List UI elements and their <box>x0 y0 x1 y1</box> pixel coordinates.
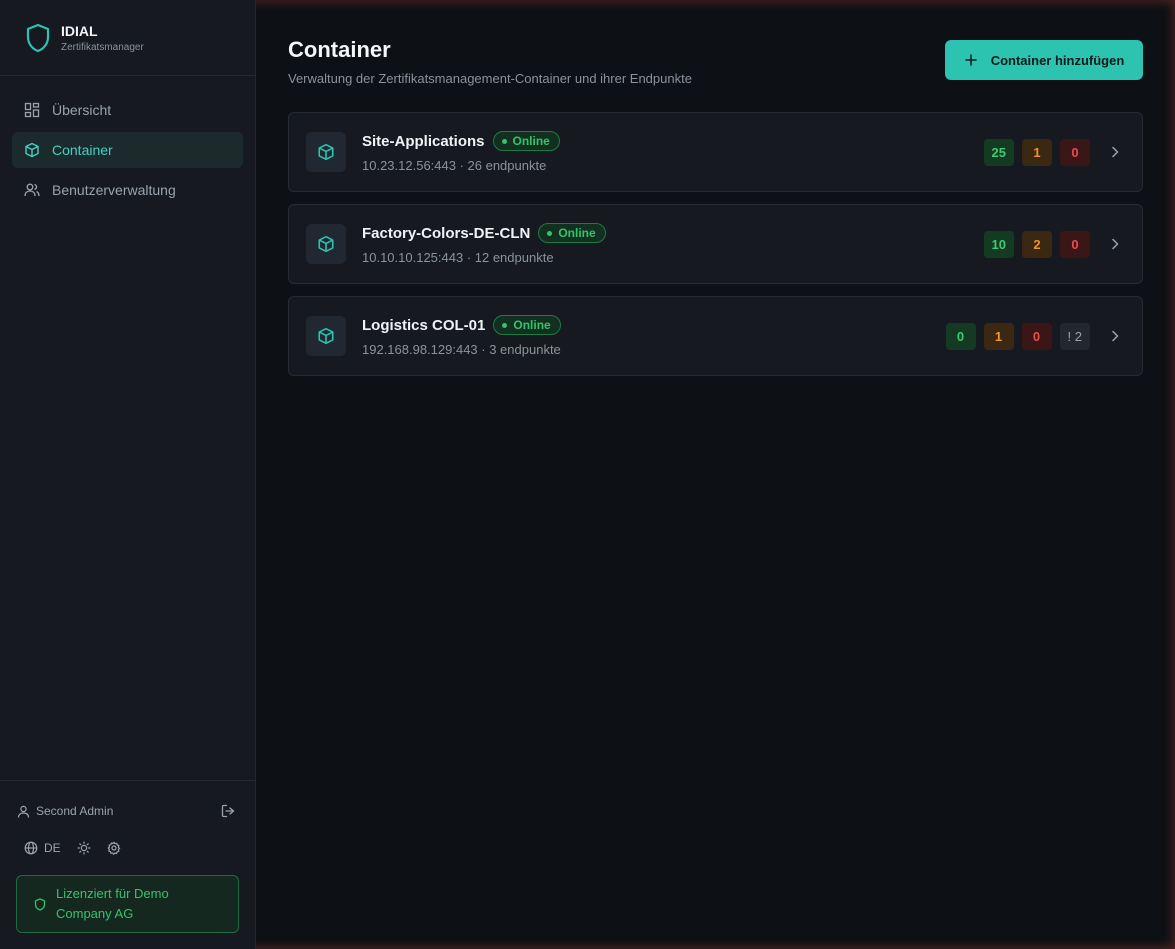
shield-small-icon <box>34 897 46 911</box>
logout-icon[interactable] <box>221 804 235 818</box>
container-box-icon <box>306 316 346 356</box>
count-warning: 1 <box>983 323 1014 350</box>
certificate-counts: 10 2 0 <box>976 231 1090 258</box>
brand-subtitle: Zertifikatsmanager <box>61 41 144 53</box>
add-container-label: Container hinzufügen <box>990 52 1125 68</box>
status-badge: Online <box>493 315 561 335</box>
count-error: 0 <box>1060 139 1090 166</box>
add-container-button[interactable]: Container hinzufügen <box>945 40 1143 80</box>
container-card[interactable]: Logistics COL-01 Online 192.168.98.129:4… <box>288 296 1143 376</box>
language-switch[interactable]: DE <box>24 841 61 855</box>
sun-icon[interactable] <box>77 841 91 855</box>
sidebar-item-benutzerverwaltung[interactable]: Benutzerverwaltung <box>12 172 243 208</box>
container-info: Factory-Colors-DE-CLN Online 10.10.10.12… <box>362 223 606 265</box>
container-name: Factory-Colors-DE-CLN <box>362 224 531 242</box>
container-title-row: Logistics COL-01 Online <box>362 315 561 335</box>
users-icon <box>24 182 40 198</box>
count-valid: 10 <box>983 231 1014 258</box>
container-card[interactable]: Site-Applications Online 10.23.12.56:443… <box>288 112 1143 192</box>
plus-icon <box>964 53 978 67</box>
count-valid: 0 <box>945 323 976 350</box>
container-info: Site-Applications Online 10.23.12.56:443… <box>362 131 560 173</box>
license-badge: Lizenziert für Demo Company AG <box>16 875 239 933</box>
status-badge: Online <box>492 131 560 151</box>
page-subtitle: Verwaltung der Zertifikatsmanagement-Con… <box>288 71 692 86</box>
certificate-counts: 25 1 0 <box>976 139 1090 166</box>
container-info: Logistics COL-01 Online 192.168.98.129:4… <box>362 315 561 357</box>
container-address: 10.23.12.56:443 · 26 endpunkte <box>362 158 547 173</box>
status-dot-icon <box>501 138 507 144</box>
main-content: Container Verwaltung der Zertifikatsmana… <box>256 0 1175 949</box>
brand-name: IDIAL <box>61 22 98 39</box>
gear-icon[interactable] <box>107 841 121 855</box>
user-name: Second Admin <box>36 804 114 818</box>
sidebar: IDIAL Zertifikatsmanager Übersicht Conta… <box>0 0 256 949</box>
page-header: Container Verwaltung der Zertifikatsmana… <box>288 0 1143 112</box>
status-dot-icon <box>547 230 553 236</box>
sidebar-item-uebersicht[interactable]: Übersicht <box>12 92 243 128</box>
language-label: DE <box>44 841 61 855</box>
box-icon <box>24 142 40 158</box>
shield-icon <box>25 23 51 53</box>
user-icon <box>17 805 30 818</box>
page-title: Container <box>288 37 391 62</box>
container-title-row: Site-Applications Online <box>362 131 560 151</box>
container-address: 10.10.10.125:443 · 12 endpunkte <box>362 250 554 265</box>
status-badge: Online <box>538 223 606 243</box>
current-user: Second Admin <box>17 804 113 818</box>
chevron-right-icon <box>1108 145 1122 159</box>
settings-row: DE <box>24 841 121 855</box>
count-warning: 1 <box>1022 139 1052 166</box>
count-warning: 2 <box>1022 231 1052 258</box>
count-error: 0 <box>1060 231 1090 258</box>
certificate-counts: 0 1 0 ! 2 <box>938 323 1090 350</box>
container-title-row: Factory-Colors-DE-CLN Online <box>362 223 606 243</box>
sidebar-footer: Second Admin DE Lizenziert für Demo Comp… <box>0 780 255 949</box>
status-label: Online <box>558 226 596 240</box>
sidebar-item-label: Übersicht <box>52 102 112 118</box>
sidebar-nav: Übersicht Container Benutzerverwaltung <box>0 76 255 212</box>
sidebar-item-label: Container <box>52 142 113 158</box>
sidebar-item-label: Benutzerverwaltung <box>52 182 176 198</box>
container-name: Logistics COL-01 <box>362 316 486 334</box>
license-text: Lizenziert für Demo Company AG <box>56 886 169 921</box>
count-error: 0 <box>1021 323 1052 350</box>
user-row: Second Admin <box>17 802 235 820</box>
container-address: 192.168.98.129:443 · 3 endpunkte <box>362 342 561 357</box>
app-window: IDIAL Zertifikatsmanager Übersicht Conta… <box>0 0 1175 949</box>
container-box-icon <box>306 132 346 172</box>
count-unknown: ! 2 <box>1059 323 1090 350</box>
container-list: Site-Applications Online 10.23.12.56:443… <box>288 112 1143 388</box>
dashboard-icon <box>24 102 40 118</box>
status-dot-icon <box>502 322 508 328</box>
count-valid: 25 <box>983 139 1014 166</box>
container-box-icon <box>306 224 346 264</box>
status-label: Online <box>513 318 551 332</box>
brand: IDIAL Zertifikatsmanager <box>0 0 255 76</box>
chevron-right-icon <box>1108 237 1122 251</box>
globe-icon <box>24 841 38 855</box>
sidebar-item-container[interactable]: Container <box>12 132 243 168</box>
container-card[interactable]: Factory-Colors-DE-CLN Online 10.10.10.12… <box>288 204 1143 284</box>
status-label: Online <box>512 134 550 148</box>
chevron-right-icon <box>1108 329 1122 343</box>
container-name: Site-Applications <box>362 132 485 150</box>
